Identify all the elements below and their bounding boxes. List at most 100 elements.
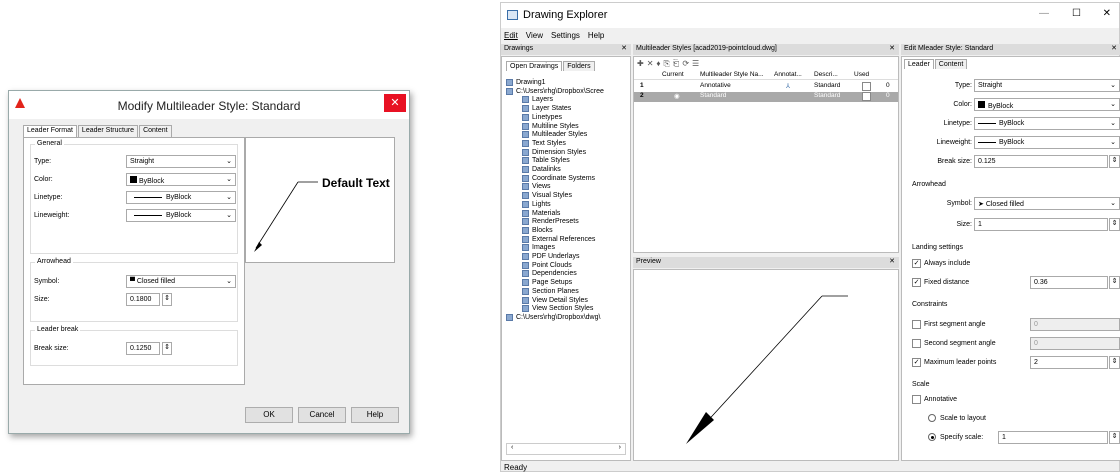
tab-open-drawings[interactable]: Open Drawings [506,61,563,71]
always-include-option[interactable]: ✓ Always include [912,259,970,268]
type-dropdown[interactable]: Straight ⌄ [974,79,1120,92]
symbol-dropdown[interactable]: ▀ Closed filled ⌄ [126,275,236,288]
tree-item[interactable]: Section Planes [522,287,579,295]
used-checkbox[interactable] [862,92,871,101]
menu-help[interactable]: Help [588,31,604,40]
col-annotative[interactable]: Annotat... [774,71,802,78]
help-button[interactable]: Help [351,407,399,423]
lineweight-dropdown[interactable]: ByBlock ⌄ [974,136,1120,149]
cancel-button[interactable]: Cancel [298,407,346,423]
tree-item[interactable]: Table Styles [522,157,570,165]
tree-item[interactable]: Page Setups [522,279,572,287]
color-dropdown[interactable]: ByBlock ⌄ [974,98,1120,111]
tree-item[interactable]: View Detail Styles [522,296,588,304]
menu-edit[interactable]: Edit [504,31,518,40]
lineweight-dropdown[interactable]: ByBlock ⌄ [126,209,236,222]
col-description[interactable]: Descri... [814,71,838,78]
first-segment-option[interactable]: First segment angle [912,320,985,329]
break-size-input[interactable]: 0.1250 [126,342,160,355]
menu-settings[interactable]: Settings [551,31,580,40]
tree-item[interactable]: Layers [522,96,553,104]
used-checkbox[interactable] [862,82,871,91]
tree-item[interactable]: View Section Styles [522,305,593,313]
max-points-stepper[interactable]: ⇕ [1109,356,1120,369]
tree-item[interactable]: Dimension Styles [522,148,586,156]
tree-item[interactable]: Text Styles [522,139,566,147]
tree-item[interactable]: Multileader Styles [522,131,587,139]
close-button[interactable]: ✕ [1103,8,1111,19]
specify-scale-input[interactable]: 1 [998,431,1108,444]
menu-view[interactable]: View [526,31,543,40]
minimize-button[interactable]: — [1039,8,1049,19]
tree-item[interactable]: C:\Users\rhg\Dropbox\dwg\ [506,313,600,321]
col-style-name[interactable]: Multileader Style Na... [700,71,764,78]
tree-item[interactable]: Layer States [522,105,571,113]
fixed-distance-input[interactable]: 0.36 [1030,276,1108,289]
specify-scale-option[interactable]: Specify scale: [928,433,983,441]
new-style-icon[interactable]: ✚ [637,59,647,68]
paste-icon[interactable]: ⎗ [673,59,682,68]
scale-to-layout-option[interactable]: Scale to layout [928,414,986,422]
scroll-right-icon[interactable]: › [619,444,621,454]
max-points-input[interactable]: 2 [1030,356,1108,369]
annotative-option[interactable]: Annotative [912,395,957,404]
maximize-button[interactable]: ☐ [1072,8,1081,19]
tree-item[interactable]: Images [522,244,555,252]
tab-folders[interactable]: Folders [563,61,595,71]
specify-scale-radio[interactable] [928,433,936,441]
symbol-dropdown[interactable]: ➤ Closed filled ⌄ [974,197,1120,210]
tree-item[interactable]: PDF Underlays [522,253,579,260]
tree-item[interactable]: Point Clouds [522,261,572,269]
tree-item[interactable]: Coordinate Systems [522,174,595,182]
tree-item[interactable]: Linetypes [522,113,562,121]
second-segment-checkbox[interactable] [912,339,921,348]
list-view-icon[interactable]: ☰ [692,59,702,68]
second-segment-dropdown[interactable]: 0 [1030,337,1120,350]
tree-item[interactable]: External References [522,235,595,243]
break-size-stepper[interactable]: ⇕ [162,342,172,355]
tree-item[interactable]: Lights [522,200,551,208]
delete-icon[interactable]: ✕ [647,59,657,68]
table-row[interactable]: 1 Annotative ⅄ Standard 0 [634,82,898,92]
size-input[interactable]: 0.1800 [126,293,160,306]
tree-item[interactable]: Views [522,183,551,191]
close-icon[interactable]: ✕ [889,44,895,52]
first-segment-dropdown[interactable]: 0 [1030,318,1120,331]
linetype-dropdown[interactable]: ByBlock ⌄ [974,117,1120,130]
always-include-checkbox[interactable]: ✓ [912,259,921,268]
tree-item[interactable]: RenderPresets [522,218,579,226]
refresh-icon[interactable]: ⟳ [682,59,692,68]
col-used[interactable]: Used [854,71,869,78]
close-icon[interactable]: ✕ [621,44,627,52]
size-input[interactable]: 1 [974,218,1108,231]
scale-to-layout-radio[interactable] [928,414,936,422]
copy-icon[interactable]: ⎘ [664,59,673,68]
size-stepper[interactable]: ⇕ [162,293,172,306]
tree-item[interactable]: Materials [522,209,560,217]
specify-scale-stepper[interactable]: ⇕ [1109,431,1120,444]
col-current[interactable]: Current [662,71,684,78]
tree-item[interactable]: Drawing1 [506,79,546,86]
fixed-distance-option[interactable]: ✓ Fixed distance [912,278,969,287]
scroll-left-icon[interactable]: ‹ [511,444,513,454]
first-segment-checkbox[interactable] [912,320,921,329]
purge-icon[interactable]: ♦ [656,59,663,68]
size-stepper[interactable]: ⇕ [1109,218,1120,231]
tab-content[interactable]: Content [934,59,968,69]
fixed-distance-checkbox[interactable]: ✓ [912,278,921,287]
tree-item[interactable]: Multiline Styles [522,122,579,130]
break-size-input[interactable]: 0.125 [974,155,1108,168]
color-dropdown[interactable]: ByBlock ⌄ [126,173,236,186]
tree-item[interactable]: C:\Users\rhg\Dropbox\Scree [506,87,604,95]
horizontal-scrollbar[interactable]: ‹ › [506,443,626,455]
max-points-checkbox[interactable]: ✓ [912,358,921,367]
tree-item[interactable]: Blocks [522,226,553,234]
close-icon[interactable]: ✕ [889,257,895,265]
max-points-option[interactable]: ✓ Maximum leader points [912,358,996,367]
break-size-stepper[interactable]: ⇕ [1109,155,1120,168]
close-icon[interactable]: ✕ [1111,44,1117,52]
second-segment-option[interactable]: Second segment angle [912,339,996,348]
table-row[interactable]: 2 ◉ Standard Standard 0 [634,92,898,102]
fixed-distance-stepper[interactable]: ⇕ [1109,276,1120,289]
ok-button[interactable]: OK [245,407,293,423]
